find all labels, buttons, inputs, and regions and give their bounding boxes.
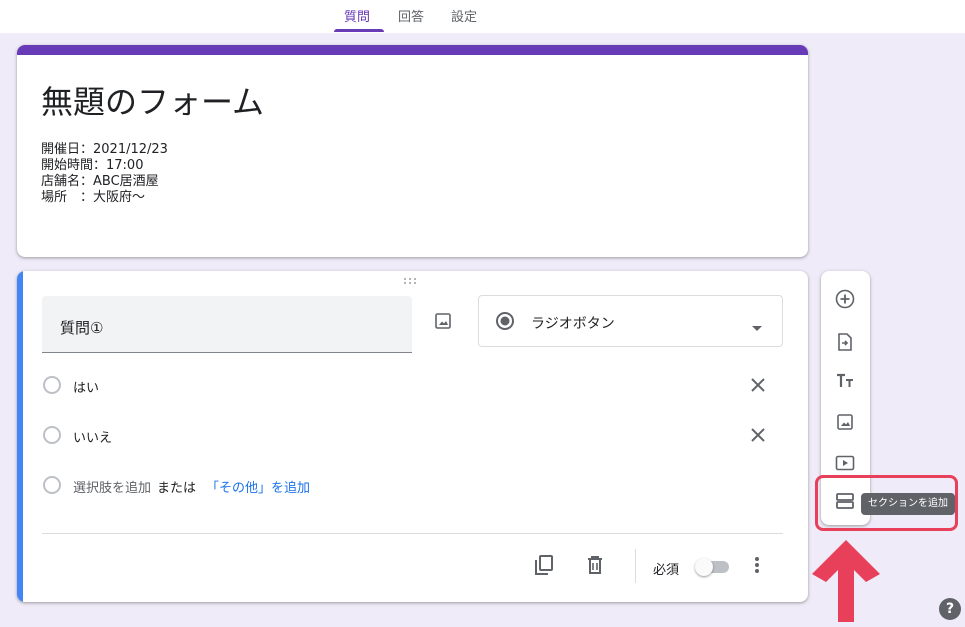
tab-settings[interactable]: 設定 — [451, 6, 477, 25]
close-icon — [751, 428, 765, 442]
question-title-text: 質問① — [60, 319, 104, 337]
more-options-button[interactable] — [751, 555, 763, 575]
active-question-indicator — [17, 271, 23, 602]
radio-circle-icon — [43, 476, 61, 494]
add-section-tooltip: セクションを追加 — [861, 493, 955, 515]
delete-button[interactable] — [583, 553, 607, 577]
remove-option-button[interactable] — [748, 425, 768, 445]
form-title[interactable]: 無題のフォーム — [41, 77, 264, 123]
add-option-link[interactable]: 選択肢を追加 — [73, 481, 151, 496]
image-icon — [435, 313, 451, 329]
footer-divider — [42, 533, 783, 534]
description-line: 店舗名：ABC居酒屋 — [41, 174, 159, 189]
top-tab-bar: 質問 回答 設定 — [0, 0, 965, 33]
add-title-button[interactable] — [833, 369, 857, 393]
close-icon — [751, 378, 765, 392]
description-line: 開催日：2021/12/23 — [41, 142, 168, 157]
form-description[interactable]: 開催日：2021/12/23 開始時間：17:00 店舗名：ABC居酒屋 場所 … — [41, 142, 168, 206]
required-label: 必須 — [653, 563, 680, 578]
drag-handle-icon[interactable] — [403, 277, 417, 288]
import-icon — [838, 333, 852, 351]
add-image-button[interactable] — [431, 309, 455, 333]
or-label: または — [157, 481, 197, 496]
option-label[interactable]: はい — [73, 377, 99, 396]
option-row[interactable]: いいえ — [43, 423, 783, 447]
duplicate-button[interactable] — [532, 553, 556, 577]
chevron-down-icon — [752, 317, 762, 336]
question-type-select[interactable]: ラジオボタン — [478, 295, 783, 347]
question-card[interactable]: 質問① ラジオボタン はい いいえ 選択肢を追加 または 「その他」を追加 必須 — [17, 271, 808, 602]
add-question-button[interactable] — [833, 287, 857, 311]
add-image-toolbar-button[interactable] — [833, 410, 857, 434]
add-option-row[interactable]: 選択肢を追加 または 「その他」を追加 — [43, 473, 783, 497]
radio-circle-icon — [43, 426, 61, 444]
option-label[interactable]: いいえ — [73, 427, 112, 446]
option-row[interactable]: はい — [43, 373, 783, 397]
question-title-input[interactable]: 質問① — [42, 296, 412, 353]
more-vert-icon — [755, 557, 759, 573]
text-title-icon — [837, 373, 853, 387]
copy-icon — [535, 555, 553, 575]
annotation-arrow-icon — [812, 540, 880, 622]
description-line: 開始時間：17:00 — [41, 158, 144, 173]
required-toggle[interactable] — [695, 558, 731, 576]
remove-option-button[interactable] — [748, 375, 768, 395]
description-line: 場所 ：大阪府〜 — [41, 190, 146, 205]
add-circle-icon — [835, 289, 855, 309]
question-type-label: ラジオボタン — [531, 316, 615, 332]
toggle-knob — [695, 558, 713, 576]
trash-icon — [588, 556, 602, 574]
footer-separator — [635, 549, 636, 583]
radio-button-icon — [495, 311, 515, 335]
add-video-button[interactable] — [833, 451, 857, 475]
help-button[interactable]: ? — [939, 598, 961, 620]
video-icon — [835, 455, 855, 471]
tab-responses[interactable]: 回答 — [398, 6, 424, 25]
add-other-link[interactable]: 「その他」を追加 — [206, 481, 310, 496]
form-title-card[interactable]: 無題のフォーム 開催日：2021/12/23 開始時間：17:00 店舗名：AB… — [17, 45, 808, 257]
tab-questions[interactable]: 質問 — [344, 6, 370, 25]
radio-circle-icon — [43, 376, 61, 394]
active-tab-indicator — [334, 29, 384, 32]
image-icon — [837, 414, 853, 430]
theme-color-bar — [17, 45, 808, 55]
import-questions-button[interactable] — [833, 330, 857, 354]
